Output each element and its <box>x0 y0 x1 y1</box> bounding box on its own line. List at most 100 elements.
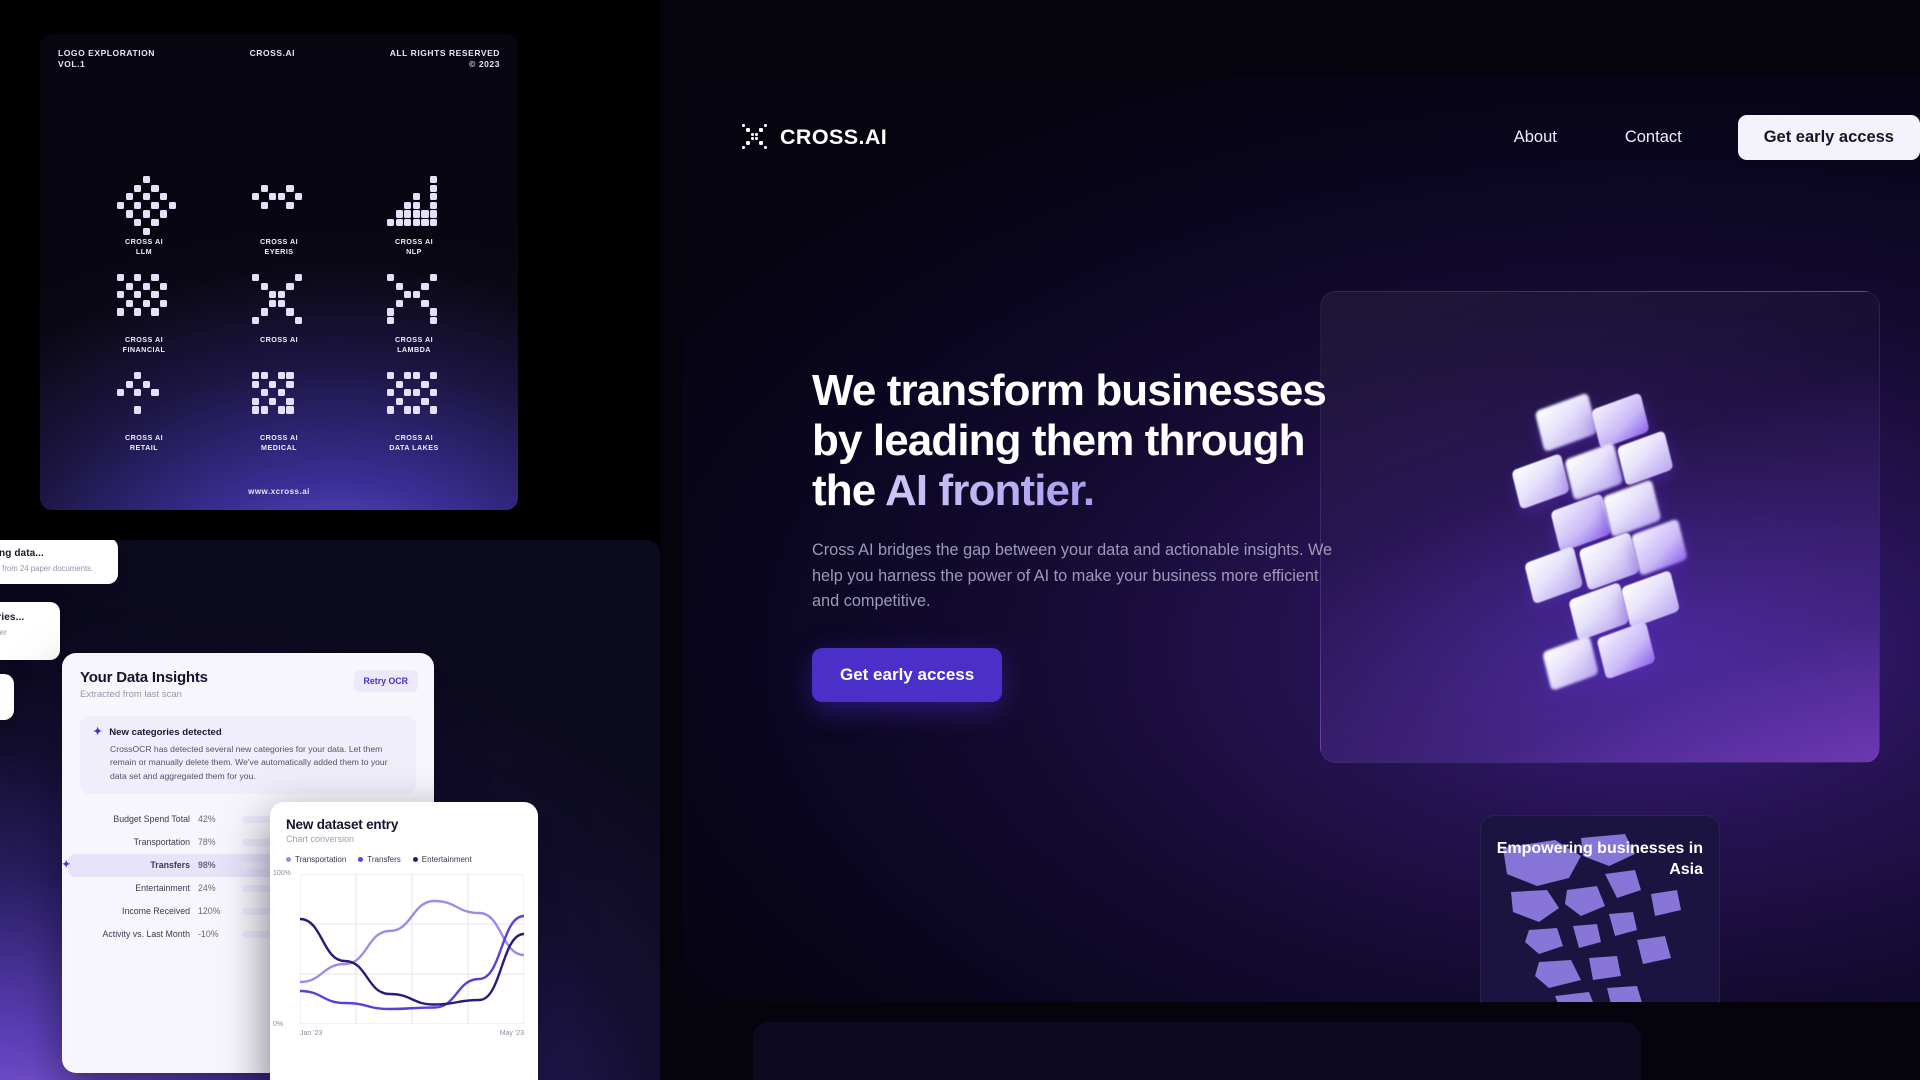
legend-label: Transportation <box>295 855 347 864</box>
logo-exploration-poster: LOGO EXPLORATION VOL.1 CROSS.AI ALL RIGH… <box>40 34 518 510</box>
hero-content: We transform businesses by leading them … <box>812 366 1372 703</box>
toast-title: Adding to datasets... <box>0 684 2 695</box>
hero-headline: We transform businesses by leading them … <box>812 366 1372 516</box>
insights-row-label: Entertainment <box>135 883 190 894</box>
design-mockup-stage: LOGO EXPLORATION VOL.1 CROSS.AI ALL RIGH… <box>0 0 660 1080</box>
toast-title: ✦ Analyzing data... <box>0 548 44 559</box>
logo-block <box>1542 635 1599 692</box>
chart-card-header: New dataset entry Chart conversion Trans… <box>270 802 538 864</box>
hero-visual-card <box>1320 291 1880 763</box>
insights-row-value: 24% <box>198 883 216 894</box>
headline-line-1: We transform businesses <box>812 366 1327 415</box>
insights-row-label: ✦ Transfers <box>62 859 190 871</box>
notice-body: CrossOCR has detected several new catego… <box>110 744 388 781</box>
poster-header-center: CROSS.AI <box>249 48 296 58</box>
logo-caption: CROSS AI FINANCIAL <box>122 335 166 355</box>
insights-row-value: 78% <box>198 837 216 848</box>
logo-item-lambda: CROSS AI LAMBDA <box>359 274 469 372</box>
hero-paragraph: Cross AI bridges the gap between your da… <box>812 541 1333 610</box>
chart-plot-area: 100% 0% Jan '23 May '23 <box>273 870 526 1037</box>
logo-medical-icon <box>252 372 306 426</box>
poster-header: LOGO EXPLORATION VOL.1 CROSS.AI ALL RIGH… <box>40 48 518 70</box>
toast-subtitle: Extracting data from 24 paper documents. <box>0 564 94 573</box>
logo-grid: CROSS AI LLM CROSS AI EYERIS CROSS AI NLP CROS… <box>89 176 469 470</box>
get-early-access-button[interactable]: Get early access <box>812 648 1003 703</box>
logo-llm-icon <box>117 176 176 235</box>
headline-accent: AI frontier. <box>885 466 1095 516</box>
logo-datalakes-icon <box>387 372 441 426</box>
y-tick-bottom: 0% <box>273 1021 284 1028</box>
headline-line-2: by leading them through <box>812 416 1306 466</box>
legend-dot <box>358 857 364 862</box>
toast-subtitle: Extracting data from 24 paper documents. <box>0 628 7 637</box>
insights-row-value: -10% <box>198 929 219 940</box>
sparkle-icon: ✦ <box>93 726 103 738</box>
legend-item: Transportation <box>286 855 346 864</box>
insights-row-value: 120% <box>198 906 221 917</box>
logo-item-main: CROSS AI <box>224 274 334 372</box>
logo-caption: CROSS AI DATA LAKES <box>389 433 439 453</box>
legend-item: Transfers <box>358 855 401 864</box>
nav-about[interactable]: About <box>1480 128 1591 147</box>
chart-legend: Transportation Transfers Entertainment <box>286 855 522 864</box>
logo-block <box>1620 569 1681 629</box>
dashboard-mockup: ✦ Analyzing data... Extracting data from… <box>0 540 660 1080</box>
logo-eyeris-icon <box>252 176 306 230</box>
sparkle-icon: ✦ <box>62 859 71 871</box>
logo-retail-icon <box>117 372 171 426</box>
legend-label: Entertainment <box>421 855 472 864</box>
legend-dot <box>412 857 418 862</box>
insights-row-label: Transportation <box>133 837 190 848</box>
brand-name: CROSS.AI <box>780 124 888 149</box>
legend-item: Entertainment <box>412 855 472 864</box>
logo-item-financial: CROSS AI FINANCIAL <box>89 274 199 372</box>
website-hero-section: CROSS.AI About Contact Get early access … <box>682 76 1920 1002</box>
logo-nlp-icon <box>387 176 441 230</box>
logo-item-retail: CROSS AI RETAIL <box>89 372 199 470</box>
get-early-access-button-top[interactable]: Get early access <box>1737 114 1920 160</box>
map-card-title: Empowering businesses in Asia <box>1496 840 1703 879</box>
logo-item-medical: CROSS AI MEDICAL <box>224 372 334 470</box>
toast-title: Adding new categories... <box>0 612 25 623</box>
insights-row-value: 42% <box>198 814 216 825</box>
logo-caption: CROSS AI <box>259 335 299 344</box>
logo-block <box>1511 453 1571 510</box>
notice-heading: ✦ New categories detected <box>93 726 222 739</box>
y-tick-top: 100% <box>273 870 291 877</box>
insights-row-label: Activity vs. Last Month <box>102 929 190 940</box>
toast-new-categories: Adding new categories... Extracting data… <box>0 602 60 660</box>
legend-label: Transfers <box>367 855 401 864</box>
logo-caption: CROSS AI RETAIL <box>124 433 164 453</box>
insights-row-value: 98% <box>198 860 216 871</box>
toast-add-datasets: Adding to datasets... Extracting data fr… <box>0 674 14 721</box>
brand-logo[interactable]: CROSS.AI <box>742 124 887 150</box>
cross-logo-icon <box>742 124 768 150</box>
logo-caption: CROSS AI EYERIS <box>259 237 299 257</box>
logo-item-nlp: CROSS AI NLP <box>359 176 469 274</box>
logo-caption: CROSS AI NLP <box>394 237 434 257</box>
logo-item-llm: CROSS AI LLM <box>89 176 199 274</box>
poster-url: www.xcross.ai <box>248 487 310 496</box>
cross-3d-logo <box>1445 348 1777 716</box>
headline-line-3: the <box>812 466 885 516</box>
logo-main-icon <box>252 274 306 328</box>
logo-item-datalakes: CROSS AI DATA LAKES <box>359 372 469 470</box>
site-nav: About Contact Get early access <box>1480 114 1920 160</box>
retry-ocr-button[interactable]: Retry OCR <box>353 670 418 692</box>
poster-header-right: ALL RIGHTS RESERVED © 2023 <box>389 48 500 70</box>
bottom-panel <box>753 1022 1641 1080</box>
logo-financial-icon <box>117 274 171 328</box>
site-topbar: CROSS.AI About Contact Get early access <box>682 76 1920 198</box>
nav-contact[interactable]: Contact <box>1591 128 1716 147</box>
poster-header-left: LOGO EXPLORATION VOL.1 <box>58 48 155 70</box>
legend-dot <box>286 857 291 862</box>
chart-title: New dataset entry <box>286 817 399 832</box>
logo-caption: CROSS AI LLM <box>124 237 164 257</box>
logo-caption: CROSS AI MEDICAL <box>259 433 299 453</box>
logo-block <box>1524 545 1584 605</box>
x-tick-start: Jan '23 <box>300 1030 323 1037</box>
insights-row-label: Budget Spend Total <box>113 814 190 825</box>
new-dataset-entry-card: New dataset entry Chart conversion Trans… <box>270 802 538 1080</box>
chart-subtitle: Chart conversion <box>286 834 355 844</box>
toast-subtitle: Extracting data from 24 paper <box>0 699 2 710</box>
